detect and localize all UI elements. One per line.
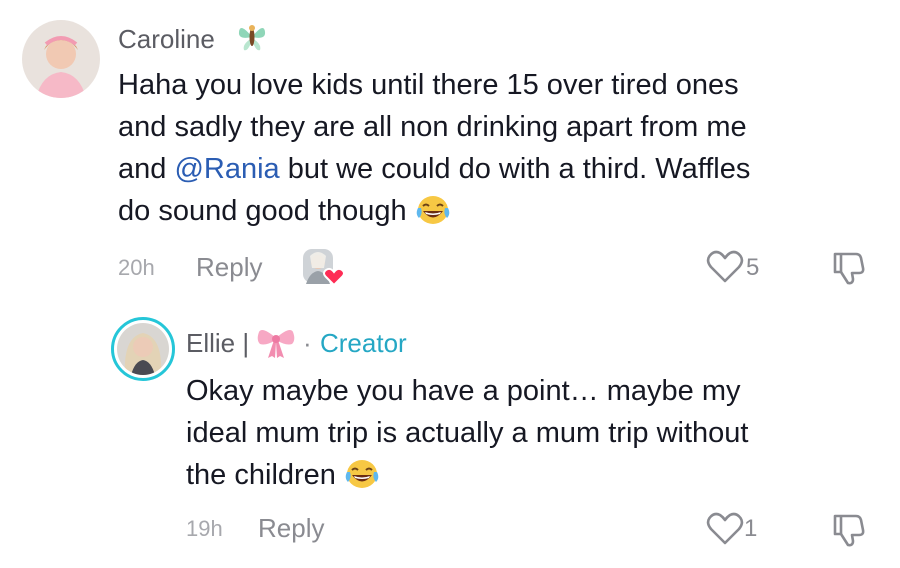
reply-line-1: Okay maybe you have a point… maybe my [186, 375, 741, 407]
creator-badge: Creator [320, 328, 407, 358]
comment-line-2: and sadly they are all non drinking apar… [118, 111, 747, 143]
laughing-tears-icon [344, 458, 380, 502]
reply-line-3-text: the children [186, 459, 336, 491]
reply-like-heart-icon[interactable] [706, 512, 744, 551]
comment-line-4-text: do sound good though [118, 195, 407, 227]
pink-bow-icon [256, 326, 296, 365]
comment-line-3-end: but we could do with a third. Waffles [279, 153, 751, 185]
comment-line-4: do sound good though [118, 190, 878, 238]
commenter-avatar[interactable] [22, 20, 100, 98]
comment-reply-button[interactable]: Reply [196, 252, 262, 283]
comment-line-3: and @Rania but we could do with a third.… [118, 148, 878, 190]
comment-line-3-start: and [118, 153, 175, 185]
reply-reply-button[interactable]: Reply [258, 513, 324, 544]
separator-dot: · [303, 328, 312, 358]
comment-timestamp: 20h [118, 255, 155, 280]
commenter-username[interactable]: Caroline [118, 24, 215, 55]
comment-line-1: Haha you love kids until there 15 over t… [118, 69, 739, 101]
reply-line-3: the children [186, 454, 886, 502]
comment-like-count: 5 [746, 254, 760, 281]
reply-dislike-icon[interactable] [832, 512, 866, 553]
creator-liked-icon [302, 248, 346, 291]
comment-dislike-icon[interactable] [832, 250, 866, 291]
comment-like-heart-icon[interactable] [706, 250, 744, 289]
reply-line-2: ideal mum trip is actually a mum trip wi… [186, 417, 749, 449]
laughing-tears-icon [415, 194, 451, 238]
butterfly-fairy-icon [236, 20, 268, 59]
comment-text: Haha you love kids until there 15 over t… [118, 64, 878, 238]
creator-avatar[interactable] [111, 317, 175, 381]
creator-username[interactable]: Ellie | [186, 328, 249, 359]
reply-timestamp: 19h [186, 516, 223, 541]
mention-link[interactable]: @Rania [174, 153, 279, 185]
reply-text: Okay maybe you have a point… maybe my id… [186, 370, 886, 502]
creator-avatar-photo [117, 323, 169, 375]
reply-like-count: 1 [744, 515, 758, 542]
avatar-photo [22, 20, 100, 98]
